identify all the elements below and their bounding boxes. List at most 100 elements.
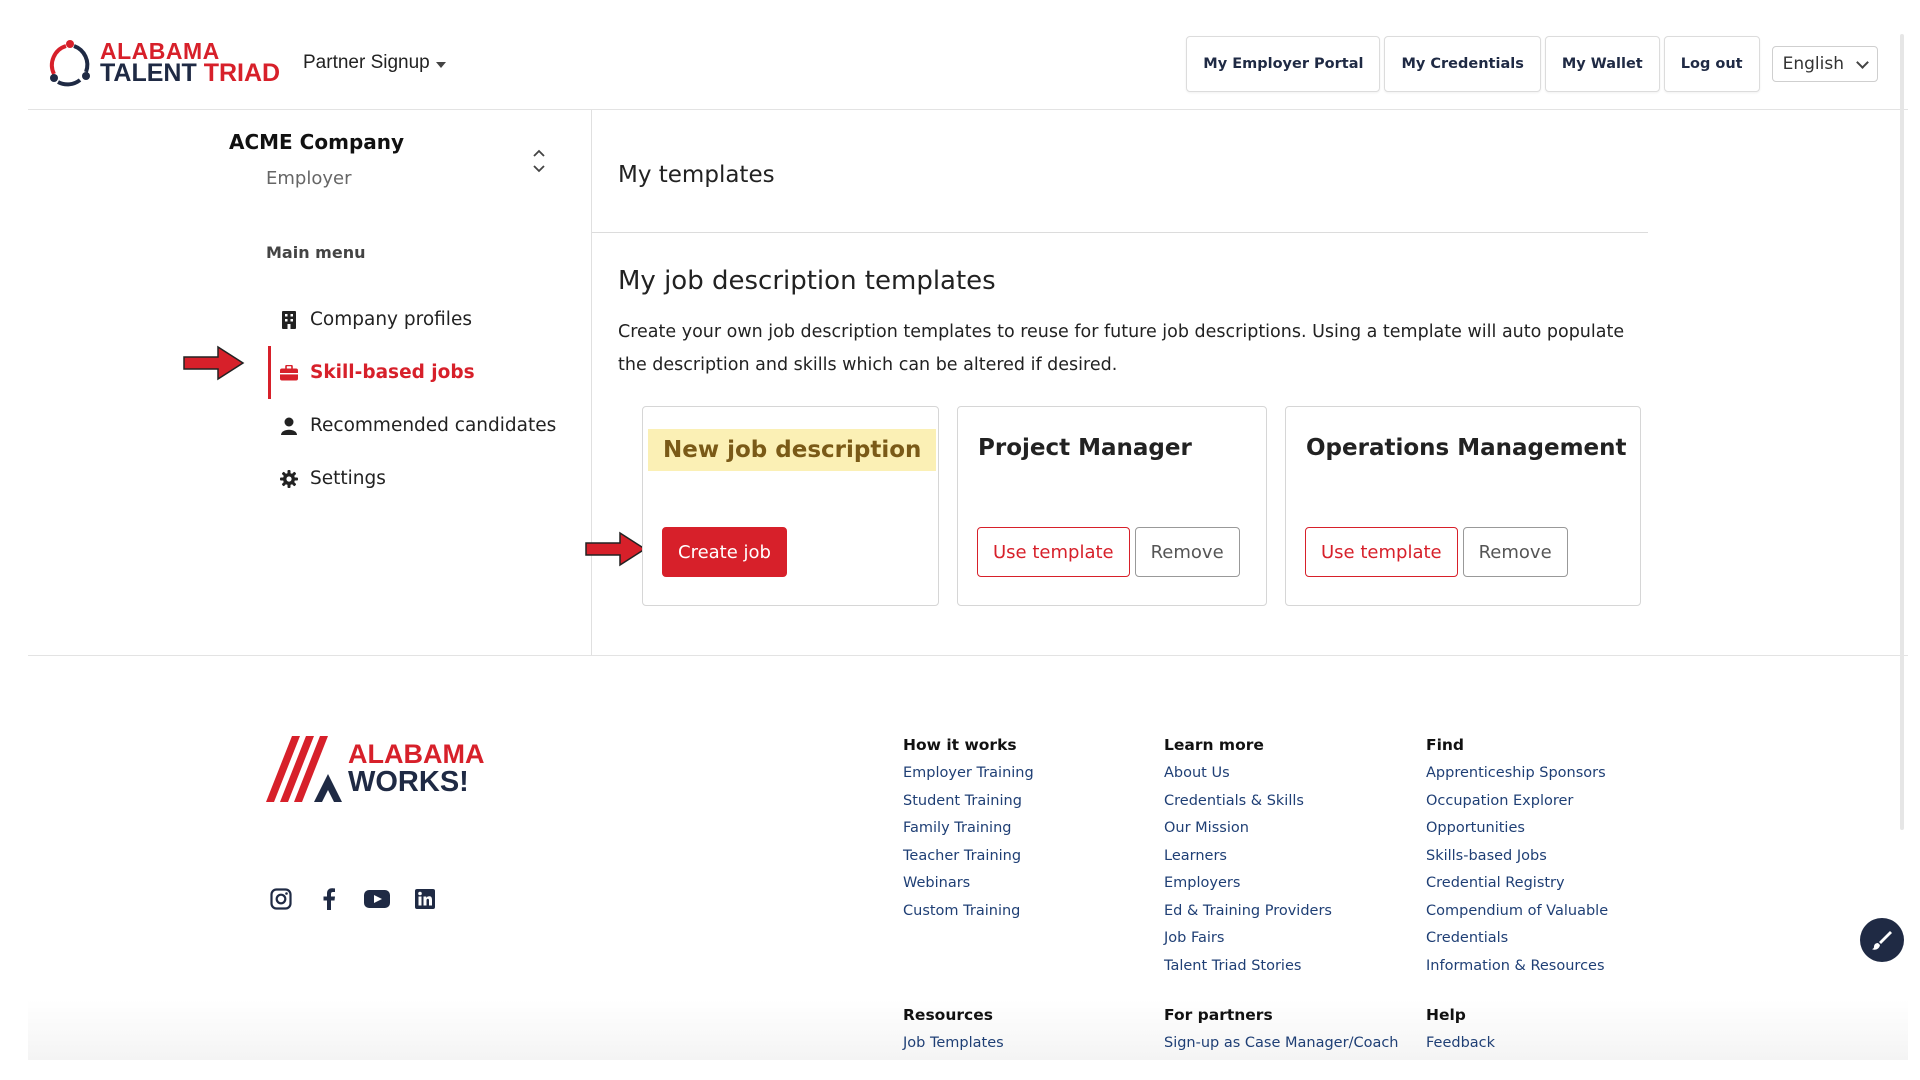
footer-link[interactable]: Employers	[1164, 870, 1332, 898]
main-menu: Company profiles Skill-based jobs Recomm…	[268, 293, 588, 505]
footer-column-for-partners: For partners Sign-up as Case Manager/Coa…	[1164, 1006, 1399, 1058]
template-card-project-manager: Project Manager Use template Remove	[957, 406, 1267, 606]
site-footer: ALABAMA WORKS! How it works Employer Tra…	[28, 655, 1908, 1060]
footer-column-learn-more: Learn more About Us Credentials & Skills…	[1164, 736, 1332, 980]
aw-logo-line-1: ALABAMA	[348, 739, 485, 769]
footer-link[interactable]: Opportunities	[1426, 815, 1608, 843]
main-content: My templates My job description template…	[585, 110, 1908, 655]
footer-link[interactable]: Apprenticeship Sponsors	[1426, 760, 1608, 788]
linkedin-icon[interactable]	[412, 886, 438, 912]
my-employer-portal-button[interactable]: My Employer Portal	[1186, 36, 1381, 92]
company-name: ACME Company	[229, 130, 405, 154]
top-nav: My Employer Portal My Credentials My Wal…	[1186, 36, 1878, 92]
footer-link[interactable]: Webinars	[903, 870, 1034, 898]
card-title: Operations Management	[1306, 435, 1627, 461]
card-title: New job description	[648, 429, 937, 471]
aw-logo-line-2: WORKS!	[348, 766, 469, 798]
partner-signup-label: Partner Signup	[303, 52, 430, 73]
footer-heading: Help	[1426, 1006, 1466, 1024]
social-links	[268, 886, 438, 912]
footer-link[interactable]: Family Training	[903, 815, 1034, 843]
briefcase-icon	[280, 364, 298, 382]
section-description: Create your own job description template…	[618, 322, 1625, 375]
create-job-button[interactable]: Create job	[662, 527, 787, 577]
gear-icon	[280, 469, 298, 488]
use-template-button[interactable]: Use template	[1305, 527, 1458, 577]
footer-column-resources: Resources Job Templates	[903, 1006, 1004, 1058]
use-template-button[interactable]: Use template	[977, 527, 1130, 577]
alabama-works-logo[interactable]: ALABAMA WORKS!	[266, 734, 506, 804]
page-frame: ALABAMA TALENT TRIAD Partner Signup My E…	[28, 0, 1908, 1060]
logo-wordmark: ALABAMA TALENT TRIAD	[100, 40, 281, 87]
sidebar-item-label: Company profiles	[310, 309, 472, 330]
new-job-card: New job description Create job	[642, 406, 939, 606]
annotation-arrow-icon	[183, 345, 245, 381]
language-select[interactable]: English	[1771, 46, 1878, 82]
footer-heading: For partners	[1164, 1006, 1273, 1024]
instagram-icon[interactable]	[268, 886, 294, 912]
language-value: English	[1782, 54, 1844, 74]
template-card-operations-management: Operations Management Use template Remov…	[1285, 406, 1641, 606]
logo-line-2a: TALENT	[100, 59, 197, 87]
sidebar-item-label: Settings	[310, 468, 386, 489]
person-icon	[280, 417, 298, 435]
sidebar: ACME Company Employer Main menu Company …	[28, 110, 592, 655]
remove-button[interactable]: Remove	[1462, 527, 1568, 577]
footer-column-help: Help Feedback	[1426, 1006, 1495, 1058]
my-wallet-button[interactable]: My Wallet	[1544, 36, 1660, 92]
facebook-icon[interactable]	[316, 886, 342, 912]
footer-link[interactable]: Sign-up as Case Manager/Coach	[1164, 1030, 1399, 1058]
section-title: My job description templates	[618, 266, 996, 296]
footer-link[interactable]: Occupation Explorer	[1426, 788, 1608, 816]
footer-link[interactable]: Credentials	[1426, 925, 1608, 953]
sidebar-item-company-profiles[interactable]: Company profiles	[268, 293, 588, 346]
footer-link[interactable]: Job Templates	[903, 1030, 1004, 1058]
sidebar-item-settings[interactable]: Settings	[268, 452, 588, 505]
page-scrollbar[interactable]	[1900, 34, 1904, 830]
footer-link[interactable]: Learners	[1164, 843, 1332, 871]
caret-down-icon	[435, 61, 446, 68]
footer-link[interactable]: Student Training	[903, 788, 1034, 816]
footer-link[interactable]: Credentials & Skills	[1164, 788, 1332, 816]
triad-logo-mark-icon	[49, 40, 90, 87]
footer-heading: Resources	[903, 1006, 993, 1024]
company-role: Employer	[266, 168, 352, 189]
sidebar-item-label: Recommended candidates	[310, 415, 557, 436]
footer-link[interactable]: Information & Resources	[1426, 953, 1608, 981]
edit-brush-button[interactable]	[1860, 918, 1904, 962]
footer-heading: How it works	[903, 736, 1017, 754]
sidebar-item-skill-based-jobs[interactable]: Skill-based jobs	[268, 346, 588, 399]
footer-link[interactable]: Credential Registry	[1426, 870, 1608, 898]
sidebar-item-recommended-candidates[interactable]: Recommended candidates	[268, 399, 588, 452]
footer-link[interactable]: Our Mission	[1164, 815, 1332, 843]
annotation-arrow-icon	[585, 531, 647, 567]
account-switch-icon[interactable]	[532, 146, 546, 176]
template-cards: New job description Create job Project M…	[642, 406, 1641, 606]
alabama-works-mark-icon	[266, 736, 342, 802]
building-icon	[280, 310, 298, 329]
site-header: ALABAMA TALENT TRIAD Partner Signup My E…	[28, 0, 1908, 110]
footer-link[interactable]: Compendium of Valuable	[1426, 898, 1608, 926]
footer-link[interactable]: Teacher Training	[903, 843, 1034, 871]
page-title: My templates	[618, 162, 775, 188]
sidebar-item-label: Skill-based jobs	[310, 362, 475, 383]
log-out-button[interactable]: Log out	[1663, 36, 1760, 92]
divider	[592, 232, 1648, 233]
footer-link[interactable]: Feedback	[1426, 1030, 1495, 1058]
footer-link[interactable]: Job Fairs	[1164, 925, 1332, 953]
logo-line-2b: TRIAD	[203, 59, 281, 87]
footer-link[interactable]: About Us	[1164, 760, 1332, 788]
footer-column-how-it-works: How it works Employer Training Student T…	[903, 736, 1034, 925]
footer-link[interactable]: Ed & Training Providers	[1164, 898, 1332, 926]
my-credentials-button[interactable]: My Credentials	[1384, 36, 1541, 92]
partner-signup-dropdown[interactable]: Partner Signup	[303, 52, 446, 74]
youtube-icon[interactable]	[364, 886, 390, 912]
footer-link[interactable]: Employer Training	[903, 760, 1034, 788]
card-title: Project Manager	[978, 435, 1192, 461]
footer-link[interactable]: Skills-based Jobs	[1426, 843, 1608, 871]
footer-link[interactable]: Custom Training	[903, 898, 1034, 926]
main-menu-heading: Main menu	[266, 243, 366, 262]
remove-button[interactable]: Remove	[1134, 527, 1240, 577]
talent-triad-logo[interactable]: ALABAMA TALENT TRIAD	[44, 36, 284, 92]
footer-link[interactable]: Talent Triad Stories	[1164, 953, 1332, 981]
